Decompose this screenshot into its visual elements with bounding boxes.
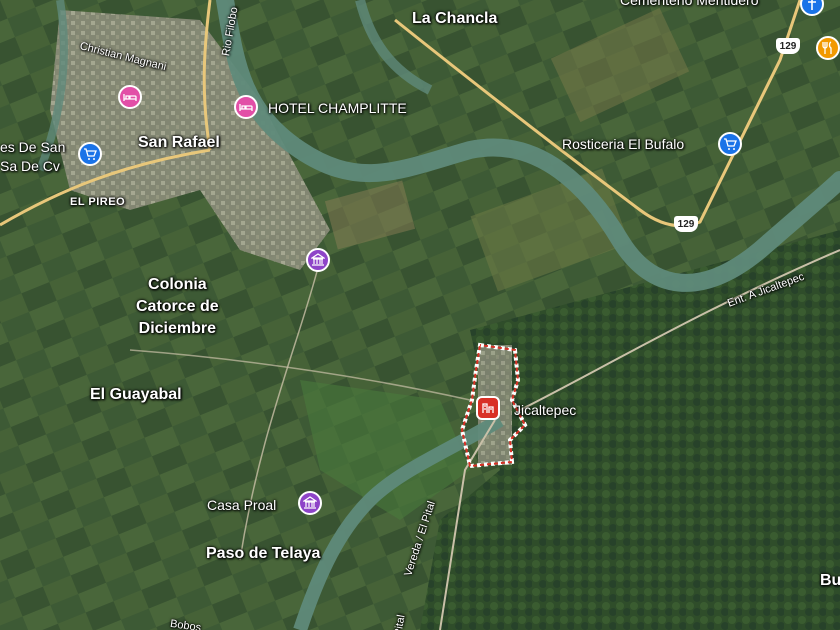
utensils-icon [822,41,832,54]
place-label-cementerio[interactable]: Cementerio Mentidero [620,0,759,8]
route-shield-129-top: 129 [776,38,800,54]
building-icon [482,403,494,413]
place-label-bu[interactable]: Bu [820,572,840,590]
landmark-icon [303,496,317,509]
cross-icon [808,0,816,10]
poi-label-left-store[interactable]: es De San Sa De Cv [0,138,65,176]
museum-pin-icon[interactable] [306,248,330,272]
landmark-icon [311,253,325,266]
poi-label-casa-proal[interactable]: Casa Proal [207,497,276,513]
poi-label-line: Sa De Cv [0,158,60,174]
place-label-line: Colonia [148,276,207,293]
place-label-jicaltepec[interactable]: Jicaltepec [514,402,576,418]
place-label-el-pireo[interactable]: EL PIREO [70,196,125,208]
restaurant-pin-icon[interactable] [816,36,840,60]
poi-label-line: es De San [0,139,66,155]
poi-label-rosticeria[interactable]: Rosticeria El Bufalo [562,136,684,152]
cart-icon [84,148,97,160]
route-shield-129-mid: 129 [674,216,698,232]
place-label-colonia-catorce[interactable]: Colonia Catorce de Diciembre [136,274,219,340]
bed-icon [123,94,137,101]
place-label-line: Catorce de [136,298,219,315]
place-label-el-guayabal[interactable]: El Guayabal [90,386,182,404]
poi-label-hotel-champlitte[interactable]: HOTEL CHAMPLITTE [268,100,407,116]
jicaltepec-pin-icon[interactable] [476,396,500,420]
satellite-map[interactable]: La Chancla San Rafael Colonia Catorce de… [0,0,840,630]
bed-icon [239,104,253,111]
casa-proal-pin-icon[interactable] [298,491,322,515]
place-label-la-chancla[interactable]: La Chancla [412,10,497,28]
rosticeria-pin-icon[interactable] [718,132,742,156]
cart-icon [724,138,737,150]
street-label-pital: Pital [392,613,408,630]
hotel-pin-icon[interactable] [118,85,142,109]
place-label-san-rafael[interactable]: San Rafael [138,134,220,152]
place-label-paso-de-telaya[interactable]: Paso de Telaya [206,545,320,563]
place-label-line: Diciembre [138,320,217,337]
hotel-champlitte-pin-icon[interactable] [234,95,258,119]
shopping-cart-pin-icon[interactable] [78,142,102,166]
